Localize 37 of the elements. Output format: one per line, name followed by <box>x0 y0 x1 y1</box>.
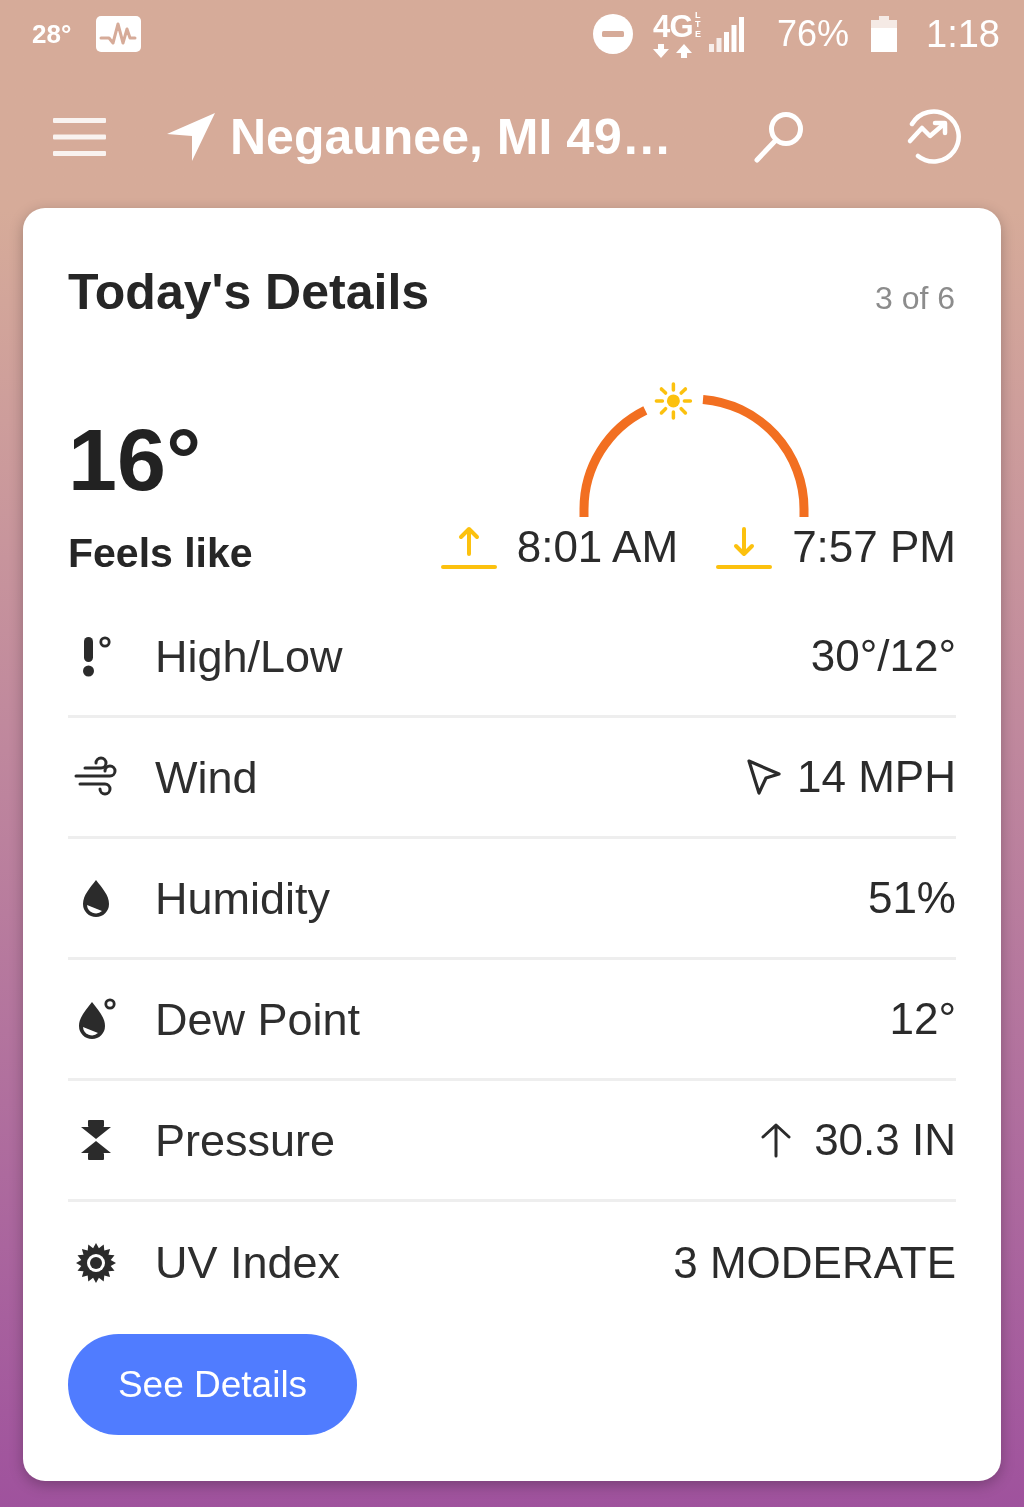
wind-direction-arrow-icon <box>746 758 783 796</box>
network-label: 4G <box>653 10 693 42</box>
menu-icon[interactable] <box>53 117 106 156</box>
detail-value: 51% <box>867 876 956 920</box>
detail-value: 14 MPH <box>797 755 956 799</box>
location-title[interactable]: Negaunee, MI 49… <box>230 111 672 162</box>
feels-like-temperature: 16° <box>68 416 203 504</box>
detail-label: High/Low <box>155 633 343 679</box>
signal-icon <box>708 16 744 52</box>
detail-label: Humidity <box>155 875 331 921</box>
detail-label: Wind <box>155 754 258 800</box>
trend-circle-icon[interactable] <box>905 108 962 165</box>
sunset-time: 7:57 PM <box>792 525 956 569</box>
detail-value: 30.3 IN <box>814 1118 956 1162</box>
status-time: 1:18 <box>926 15 1000 53</box>
search-icon[interactable] <box>752 110 805 163</box>
sunrise-icon <box>440 524 497 570</box>
detail-label: UV Index <box>155 1240 341 1285</box>
status-temperature: 28° <box>32 21 72 47</box>
sunset-icon <box>716 524 773 570</box>
location-arrow-icon <box>167 112 215 161</box>
detail-value: 12° <box>889 997 956 1041</box>
detail-value: 30°/12° <box>810 634 956 678</box>
card-title: Today's Details <box>68 263 430 322</box>
sunrise-time: 8:01 AM <box>516 525 679 569</box>
battery-icon <box>871 16 898 52</box>
page-indicator: 3 of 6 <box>874 279 955 318</box>
data-arrows-icon <box>652 43 693 58</box>
detail-value: 3 MODERATE <box>673 1240 956 1285</box>
network-type-label: LTE <box>694 10 702 41</box>
feels-like-label: Feels like <box>68 529 253 577</box>
detail-label: Dew Point <box>155 996 361 1042</box>
detail-label: Pressure <box>155 1117 336 1163</box>
see-details-button[interactable]: See Details <box>68 1334 357 1435</box>
battery-percentage: 76% <box>776 16 850 52</box>
activity-icon <box>96 16 142 52</box>
do-not-disturb-icon <box>592 14 633 54</box>
